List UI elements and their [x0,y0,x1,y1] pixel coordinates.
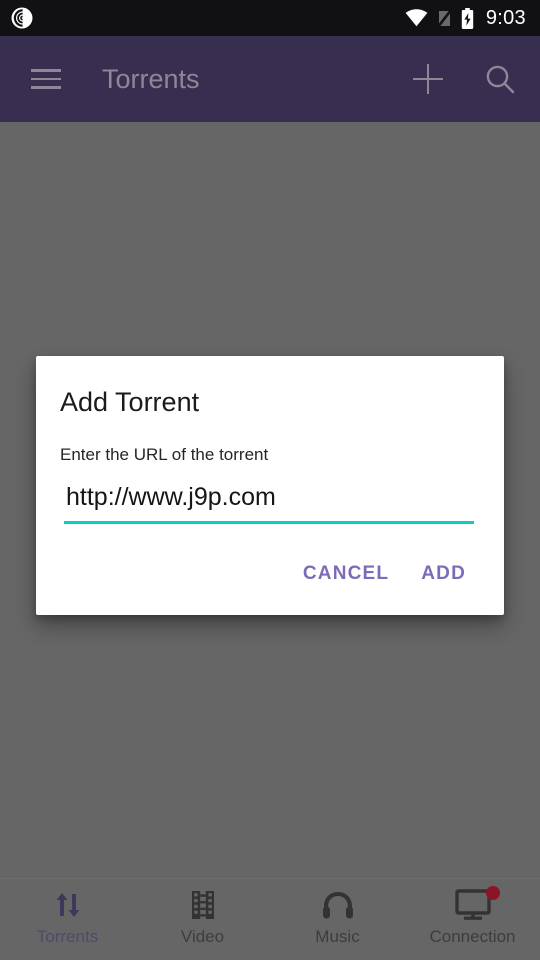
transfer-arrows-icon [51,888,85,922]
nav-label-connection: Connection [429,927,516,946]
phone-screen: 9:03 Torrents KK下载 [0,0,540,960]
signal-no-service-icon [436,8,452,28]
battery-charging-icon [461,7,474,29]
add-button[interactable]: ADD [405,554,482,593]
status-bar-clock: 9:03 [485,7,526,29]
status-bar-right: 9:03 [405,7,526,29]
wifi-icon [405,9,428,27]
hamburger-glyph [31,69,61,89]
plus-icon[interactable] [406,57,450,101]
nav-item-video[interactable]: Video [135,879,270,960]
hamburger-menu-icon[interactable] [24,57,68,101]
app-bar: Torrents [0,36,540,122]
bittorrent-logo-icon [10,6,34,30]
status-badge [485,886,500,900]
url-input[interactable] [64,481,474,525]
bottom-navigation-bar: Torrents Video Music Connection [0,878,540,960]
headphones-icon [321,888,355,922]
nav-item-torrents[interactable]: Torrents [0,879,135,960]
dialog-message: Enter the URL of the torrent [60,445,269,465]
dialog-title: Add Torrent [60,387,200,417]
cancel-button[interactable]: CANCEL [287,554,405,593]
nav-item-connection[interactable]: Connection [405,879,540,960]
add-torrent-dialog: Add Torrent Enter the URL of the torrent… [36,356,504,616]
nav-item-music[interactable]: Music [270,879,405,960]
status-bar-left [10,6,34,30]
monitor-icon [454,886,500,922]
nav-label-video: Video [180,927,225,946]
search-icon[interactable] [478,57,522,101]
film-strip-icon [189,888,217,922]
status-bar: 9:03 [0,0,540,36]
nav-label-music: Music [315,927,360,946]
dialog-actions: CANCEL ADD [36,524,504,615]
url-input-wrapper [36,481,504,525]
page-title: Torrents [102,63,200,94]
plus-glyph [413,64,443,94]
search-glyph [486,65,515,94]
nav-label-torrents: Torrents [36,927,99,946]
